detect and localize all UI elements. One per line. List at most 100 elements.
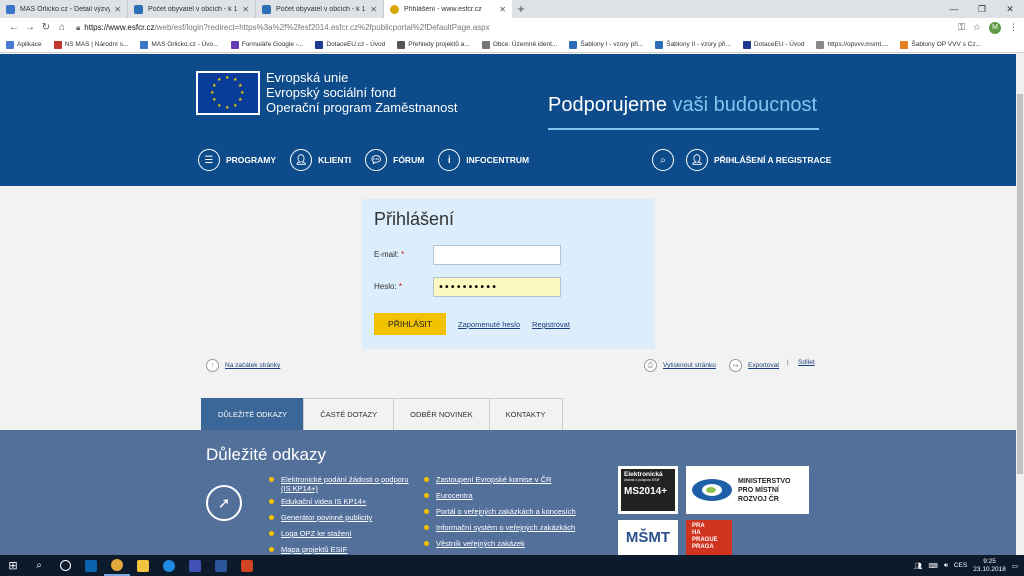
bookmark[interactable]: Šablony I - vzory při... — [569, 40, 643, 49]
task-view-icon[interactable] — [52, 555, 78, 576]
edge-icon[interactable] — [156, 555, 182, 576]
link-item[interactable]: Edukační videa IS KP14+ — [269, 497, 409, 506]
browser-tab[interactable]: MAS Orlicko.cz - Detail výzvy ✕ — [0, 0, 128, 18]
bookmark[interactable]: https://opvvv.msmt.... — [816, 40, 888, 49]
link-item[interactable]: Zastoupení Evropské komise v ČR — [424, 475, 594, 484]
tab-dulezite-odkazy[interactable]: DŮLEŽITÉ ODKAZY — [201, 398, 305, 430]
link-item[interactable]: Loga OPZ ke stažení — [269, 529, 409, 538]
tab-caste-dotazy[interactable]: ČASTÉ DOTAZY — [303, 398, 395, 430]
praha-logo[interactable]: PRA HA PRAGUE PRAGA — [686, 520, 732, 555]
browser-tab[interactable]: Počet obyvatel v obcích - k 1.1.2018✕ — [256, 0, 384, 18]
word-icon[interactable] — [208, 555, 234, 576]
people-icon[interactable]: 👥︎ — [914, 562, 922, 570]
link-item[interactable]: Mapa projektů ESIF — [269, 545, 409, 554]
email-field[interactable] — [433, 245, 561, 265]
close-icon[interactable]: ✕ — [499, 5, 506, 14]
bookmark[interactable]: MAS Orlicko.cz - Úvo... — [140, 40, 219, 49]
search-icon[interactable]: ⌕ — [652, 149, 674, 171]
save-app-icon[interactable] — [182, 555, 208, 576]
forward-icon[interactable]: → — [22, 22, 38, 33]
browser-tab[interactable]: Počet obyvatel v obcích - k 1.1.2018✕ — [128, 0, 256, 18]
file-explorer-icon[interactable] — [130, 555, 156, 576]
maximize-icon[interactable]: ❐ — [968, 0, 996, 18]
back-icon[interactable]: ← — [6, 22, 22, 33]
password-label: Heslo: * — [374, 282, 403, 291]
msmt-logo[interactable]: MŠMT — [618, 520, 678, 555]
back-to-top-link[interactable]: ↑ Na začátek stránky — [206, 359, 280, 372]
share-link[interactable]: Sdílet — [798, 359, 815, 366]
bookmark[interactable]: Obce: Územně ident... — [481, 40, 557, 49]
menu-icon[interactable]: ⋮ — [1009, 22, 1018, 33]
bookmark[interactable]: Šablony OP VVV s Cz... — [900, 40, 981, 49]
mmr-emblem-icon — [692, 479, 732, 501]
minimize-icon[interactable]: — — [940, 0, 968, 18]
link-item[interactable]: Generátor povinné publicity — [269, 513, 409, 522]
close-icon[interactable]: ✕ — [242, 5, 249, 14]
avatar[interactable]: M — [989, 21, 1001, 34]
link-item[interactable]: Eurocentra — [424, 491, 594, 500]
url-input[interactable]: 🔒︎ https://www.esfcr.cz/web/esf/login?re… — [76, 20, 958, 35]
export-link[interactable]: ↪ Exportovat — [729, 359, 779, 372]
key-icon[interactable]: ⚿ — [958, 22, 965, 33]
bookmark-icon — [53, 40, 62, 49]
volume-icon[interactable]: 🔊︎ — [944, 562, 948, 570]
login-form: Přihlášení E-mail: * Heslo: * PŘIHLÁSIT … — [362, 199, 655, 349]
eu-text-logo[interactable]: Evropská unie Evropský sociální fond Ope… — [266, 70, 457, 115]
close-icon[interactable]: ✕ — [370, 5, 377, 14]
nav-programy[interactable]: ☰ PROGRAMY — [198, 149, 276, 171]
language-indicator[interactable]: CES — [954, 562, 967, 569]
address-bar: ← → ↻ ⌂ 🔒︎ https://www.esfcr.cz/web/esf/… — [0, 18, 1024, 37]
link-item[interactable]: Informační systém o veřejných zakázkách — [424, 523, 594, 532]
site-header: ★ ★ ★ ★ ★ ★ ★ ★ ★ ★ ★ ★ Evropská unie Ev… — [0, 54, 1024, 186]
scrollbar-thumb[interactable] — [1017, 94, 1023, 474]
powerpoint-icon[interactable] — [234, 555, 260, 576]
bookmark[interactable]: DotaceEU.cz - Úvod — [315, 40, 385, 49]
forgot-password-link[interactable]: Zapomenuté heslo — [458, 320, 520, 329]
bookmark-icon — [140, 40, 149, 49]
main-nav: ☰ PROGRAMY 👤︎ KLIENTI 💬︎ FÓRUM i INFOCENTRUM — [198, 149, 529, 171]
browser-tab-bar: MAS Orlicko.cz - Detail výzvy ✕ Počet oby… — [0, 0, 1024, 18]
bookmark[interactable]: Šablony II - vzory při... — [655, 40, 731, 49]
bookmark[interactable]: Aplikace — [6, 40, 42, 49]
eu-flag-logo[interactable]: ★ ★ ★ ★ ★ ★ ★ ★ ★ ★ ★ ★ — [196, 71, 260, 115]
tab-odber-novinek[interactable]: ODBĚR NOVINEK — [393, 398, 490, 430]
utility-separator: | — [787, 359, 789, 366]
link-item[interactable]: Věstník veřejných zakázek — [424, 539, 594, 548]
outlook-icon[interactable] — [78, 555, 104, 576]
nav-klienti[interactable]: 👤︎ KLIENTI — [290, 149, 351, 171]
chrome-icon[interactable] — [104, 555, 130, 576]
browser-tab-active[interactable]: Přihlášení - www.esfcr.cz ✕ — [384, 0, 512, 18]
bookmark[interactable]: DotaceEU - Úvod — [742, 40, 804, 49]
link-item[interactable]: Portál o veřejných zakázkách a koncesích — [424, 507, 594, 516]
close-icon[interactable]: ✕ — [114, 5, 121, 14]
close-window-icon[interactable]: ✕ — [996, 0, 1024, 18]
notifications-icon[interactable]: ▭ — [1012, 562, 1018, 570]
scrollbar[interactable] — [1016, 54, 1024, 555]
reload-icon[interactable]: ↻ — [38, 22, 54, 33]
windows-start-icon[interactable]: ⊞ — [0, 555, 26, 576]
nav-infocentrum[interactable]: i INFOCENTRUM — [438, 149, 529, 171]
print-page-link[interactable]: ⎙ Vytisknout stránku — [644, 359, 716, 372]
arrow-up-icon: ↑ — [206, 359, 219, 372]
bookmark[interactable]: Přehledy projektů a... — [397, 40, 470, 49]
tab-kontakty[interactable]: KONTAKTY — [488, 398, 563, 430]
ms2014-logo[interactable]: Elektronická žádost o podporu ESIF MS201… — [618, 466, 678, 514]
doc-icon — [134, 4, 143, 14]
links-column-1: Elektronické podání žádosti o podporu (I… — [269, 475, 409, 554]
bookmark[interactable]: Formuláře Google -... — [230, 40, 303, 49]
network-icon[interactable]: ⌨ — [928, 562, 937, 570]
mmr-logo[interactable]: MINISTERSTVO PRO MÍSTNÍ ROZVOJ ČR — [686, 466, 809, 514]
register-link[interactable]: Registrovat — [532, 320, 570, 329]
bookmark-icon — [315, 40, 324, 49]
link-item[interactable]: Elektronické podání žádosti o podporu (I… — [269, 475, 409, 493]
login-register-link[interactable]: 👤︎ PŘIHLÁŠENÍ A REGISTRACE — [686, 149, 831, 171]
home-icon[interactable]: ⌂ — [54, 22, 70, 33]
search-icon[interactable]: ⌕ — [26, 555, 52, 576]
bookmark[interactable]: NS MAS | Národní s... — [53, 40, 128, 49]
star-icon[interactable]: ☆ — [973, 22, 981, 33]
clock[interactable]: 9:25 23.10.2018 — [973, 558, 1006, 574]
nav-forum[interactable]: 💬︎ FÓRUM — [365, 149, 424, 171]
login-button[interactable]: PŘIHLÁSIT — [374, 313, 446, 335]
new-tab-button[interactable]: + — [512, 0, 530, 18]
password-field[interactable] — [433, 277, 561, 297]
